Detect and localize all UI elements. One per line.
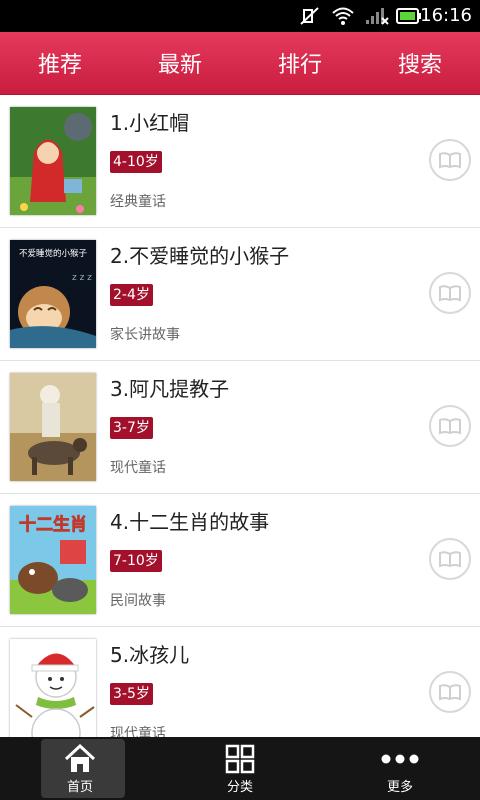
story-category: 经典童话 xyxy=(110,194,166,210)
age-badge: 3-5岁 xyxy=(110,683,153,705)
story-title[interactable]: 4.十二生肖的故事 xyxy=(110,506,269,535)
battery-icon xyxy=(396,8,421,24)
book-icon xyxy=(439,285,461,302)
story-cover-image xyxy=(10,639,96,737)
story-cover-image: 不爱睡觉的小猴子 z z z xyxy=(10,240,96,348)
story-item[interactable]: 不爱睡觉的小猴子 z z z 2.不爱睡觉的小猴子 2-4岁 家长讲故事 xyxy=(0,228,480,361)
story-cover-image: 十二生肖 xyxy=(10,506,96,614)
story-category: 民间故事 xyxy=(110,593,166,609)
story-cover-image xyxy=(10,107,96,215)
read-button[interactable] xyxy=(429,272,471,314)
read-button[interactable] xyxy=(429,671,471,713)
book-icon xyxy=(439,152,461,169)
age-badge: 7-10岁 xyxy=(110,550,162,572)
status-bar: 16:16 xyxy=(0,0,480,32)
story-item[interactable]: 5.冰孩儿 3-5岁 现代童话 xyxy=(0,627,480,737)
read-button[interactable] xyxy=(429,405,471,447)
story-category: 现代童话 xyxy=(110,726,166,737)
story-cover-image xyxy=(10,373,96,481)
tab-search[interactable]: 搜索 xyxy=(360,32,480,94)
nav-category[interactable]: 分类 xyxy=(160,737,320,800)
story-item[interactable]: 十二生肖 4.十二生肖的故事 7-10岁 民间故事 xyxy=(0,494,480,627)
read-button[interactable] xyxy=(429,538,471,580)
story-title[interactable]: 5.冰孩儿 xyxy=(110,639,189,668)
home-icon xyxy=(64,744,96,772)
story-item[interactable]: 1.小红帽 4-10岁 经典童话 xyxy=(0,95,480,228)
nav-category-label: 分类 xyxy=(226,780,253,795)
wifi-icon xyxy=(332,7,354,25)
age-badge: 3-7岁 xyxy=(110,417,153,439)
top-tab-bar: 推荐 最新 排行 搜索 xyxy=(0,32,480,95)
svg-text:十二生肖: 十二生肖 xyxy=(19,514,87,535)
story-category: 现代童话 xyxy=(110,460,166,476)
tab-latest[interactable]: 最新 xyxy=(120,32,240,94)
read-button[interactable] xyxy=(429,139,471,181)
svg-text:不爱睡觉的小猴子: 不爱睡觉的小猴子 xyxy=(19,248,88,259)
tab-ranking[interactable]: 排行 xyxy=(240,32,360,94)
nav-home[interactable]: 首页 xyxy=(0,737,160,800)
story-title[interactable]: 1.小红帽 xyxy=(110,107,189,136)
age-badge: 2-4岁 xyxy=(110,284,153,306)
story-item[interactable]: 3.阿凡提教子 3-7岁 现代童话 xyxy=(0,361,480,494)
book-icon xyxy=(439,418,461,435)
story-title[interactable]: 2.不爱睡觉的小猴子 xyxy=(110,240,289,269)
tab-recommend[interactable]: 推荐 xyxy=(0,32,120,94)
more-icon xyxy=(381,754,419,764)
grid-icon xyxy=(225,744,255,774)
nav-more[interactable]: 更多 xyxy=(320,737,480,800)
svg-text:z z z: z z z xyxy=(72,273,92,283)
story-title[interactable]: 3.阿凡提教子 xyxy=(110,373,229,402)
nav-home-label: 首页 xyxy=(66,780,93,795)
book-icon xyxy=(439,684,461,701)
signal-icon xyxy=(366,8,389,25)
age-badge: 4-10岁 xyxy=(110,151,162,173)
mute-icon xyxy=(300,7,319,25)
story-list[interactable]: 1.小红帽 4-10岁 经典童话 不爱睡觉的小猴子 z z z 2.不爱睡觉的小… xyxy=(0,95,480,737)
status-time: 16:16 xyxy=(420,5,472,26)
book-icon xyxy=(439,551,461,568)
nav-more-label: 更多 xyxy=(386,780,413,795)
story-category: 家长讲故事 xyxy=(110,327,180,343)
bottom-nav: 首页 分类 更多 xyxy=(0,737,480,800)
